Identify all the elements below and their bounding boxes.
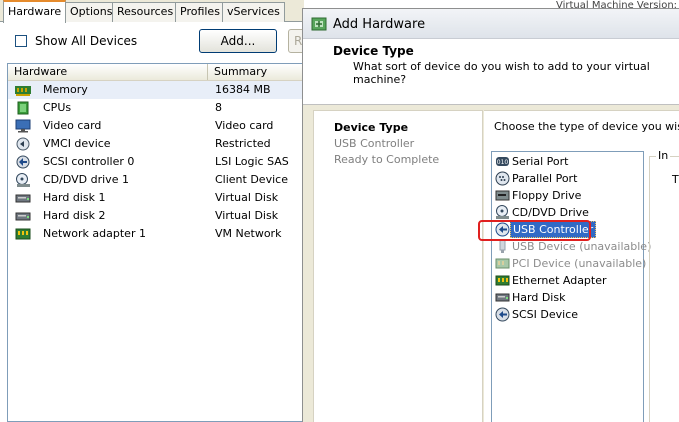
show-all-devices-checkbox[interactable] <box>15 35 27 47</box>
hardware-name: Memory <box>43 83 88 96</box>
add-hardware-dialog: Add Hardware Device Type What sort of de… <box>302 8 679 422</box>
parallel-port-icon <box>495 171 510 186</box>
cpu-icon <box>17 101 29 115</box>
table-row[interactable]: CD/DVD drive 1 Client Device <box>8 171 303 189</box>
hardware-name: Hard disk 2 <box>43 209 106 222</box>
hardware-summary: Video card <box>215 119 274 132</box>
device-info-group <box>649 156 679 422</box>
hardware-name: VMCI device <box>43 137 111 150</box>
device-info-legend: In <box>656 149 671 162</box>
table-row[interactable]: VMCI device Restricted <box>8 135 303 153</box>
hardware-name: Video card <box>43 119 102 132</box>
device-type-list: 010 Serial Port Parallel Port Floppy Dri… <box>478 151 651 422</box>
dialog-title-bar[interactable]: Add Hardware <box>303 9 679 39</box>
list-item[interactable]: Hard Disk <box>493 289 643 306</box>
network-adapter-icon <box>15 228 31 240</box>
pci-device-icon <box>495 258 510 269</box>
vm-properties-panel: Hardware Options Resources Profiles vSer… <box>0 0 318 422</box>
hardware-summary: 16384 MB <box>215 83 271 96</box>
dialog-header: Device Type What sort of device do you w… <box>303 39 679 105</box>
video-card-icon <box>15 119 31 133</box>
tab-resources[interactable]: Resources <box>112 2 179 22</box>
ethernet-adapter-icon <box>495 275 510 286</box>
add-hardware-icon <box>311 17 327 31</box>
table-row[interactable]: Hard disk 1 Virtual Disk <box>8 189 303 207</box>
add-hardware-button[interactable]: Add... <box>199 29 277 53</box>
hardware-summary: Client Device <box>215 173 288 186</box>
table-row[interactable]: CPUs 8 <box>8 99 303 117</box>
hardware-summary: Virtual Disk <box>215 191 279 204</box>
hard-disk-icon <box>15 212 31 221</box>
scsi-controller-icon <box>16 155 30 169</box>
hard-disk-icon <box>15 194 31 203</box>
hardware-summary: VM Network <box>215 227 282 240</box>
wizard-content: Choose the type of device you wish to 01… <box>478 110 679 422</box>
usb-controller-highlight <box>478 220 591 241</box>
step-usb-controller[interactable]: USB Controller <box>334 137 414 150</box>
hardware-name: Network adapter 1 <box>43 227 146 240</box>
column-header-hardware[interactable]: Hardware <box>8 64 208 80</box>
list-item: PCI Device (unavailable) <box>493 255 646 272</box>
hardware-name: CD/DVD drive 1 <box>43 173 129 186</box>
floppy-drive-icon <box>495 190 510 201</box>
hardware-name: Hard disk 1 <box>43 191 106 204</box>
tab-options[interactable]: Options <box>65 2 118 22</box>
hardware-table: Hardware Summary Memory 16384 MB CPUs 8 … <box>7 63 304 422</box>
dialog-title: Add Hardware <box>333 17 426 32</box>
hard-disk-icon <box>495 293 510 302</box>
table-row[interactable]: Hard disk 2 Virtual Disk <box>8 207 303 225</box>
tab-vservices[interactable]: vServices <box>222 2 285 22</box>
list-item[interactable]: Ethernet Adapter <box>493 272 643 289</box>
hardware-summary: 8 <box>215 101 222 114</box>
hardware-summary: Restricted <box>215 137 271 150</box>
table-row[interactable]: SCSI controller 0 LSI Logic SAS <box>8 153 303 171</box>
cd-dvd-icon <box>16 173 30 187</box>
cd-dvd-icon <box>496 205 509 219</box>
step-device-type[interactable]: Device Type <box>334 121 408 134</box>
svg-text:010: 010 <box>497 159 509 166</box>
device-info-text: Th <box>672 173 679 186</box>
tab-hardware[interactable]: Hardware <box>3 0 67 23</box>
dialog-heading: Device Type <box>333 44 414 58</box>
hardware-table-header: Hardware Summary <box>8 64 303 81</box>
table-row[interactable]: Memory 16384 MB <box>8 81 303 99</box>
list-item[interactable]: 010 Serial Port <box>493 153 643 170</box>
hardware-summary: LSI Logic SAS <box>215 155 289 168</box>
vmci-icon <box>16 137 30 151</box>
column-header-summary[interactable]: Summary <box>208 64 303 80</box>
list-item[interactable]: Floppy Drive <box>493 187 643 204</box>
list-item[interactable]: SCSI Device <box>493 306 643 323</box>
table-row[interactable]: Network adapter 1 VM Network <box>8 225 303 243</box>
scsi-device-icon <box>495 307 510 322</box>
hardware-name: SCSI controller 0 <box>43 155 135 168</box>
usb-device-icon <box>499 239 506 253</box>
list-item[interactable]: CD/DVD Drive <box>493 204 643 221</box>
hardware-summary: Virtual Disk <box>215 209 279 222</box>
table-row[interactable]: Video card Video card <box>8 117 303 135</box>
tab-profiles[interactable]: Profiles <box>175 2 225 22</box>
dialog-subheading: What sort of device do you wish to add t… <box>353 60 650 86</box>
show-all-devices-label: Show All Devices <box>35 34 138 48</box>
hardware-name: CPUs <box>43 101 72 114</box>
step-ready-to-complete[interactable]: Ready to Complete <box>334 153 439 166</box>
device-type-prompt: Choose the type of device you wish to <box>494 120 679 133</box>
list-item[interactable]: Parallel Port <box>493 170 643 187</box>
tab-bar: Hardware Options Resources Profiles vSer… <box>0 0 304 23</box>
memory-icon <box>15 86 31 96</box>
serial-port-icon: 010 <box>496 157 509 166</box>
wizard-steps: Device Type USB Controller Ready to Comp… <box>313 110 483 422</box>
